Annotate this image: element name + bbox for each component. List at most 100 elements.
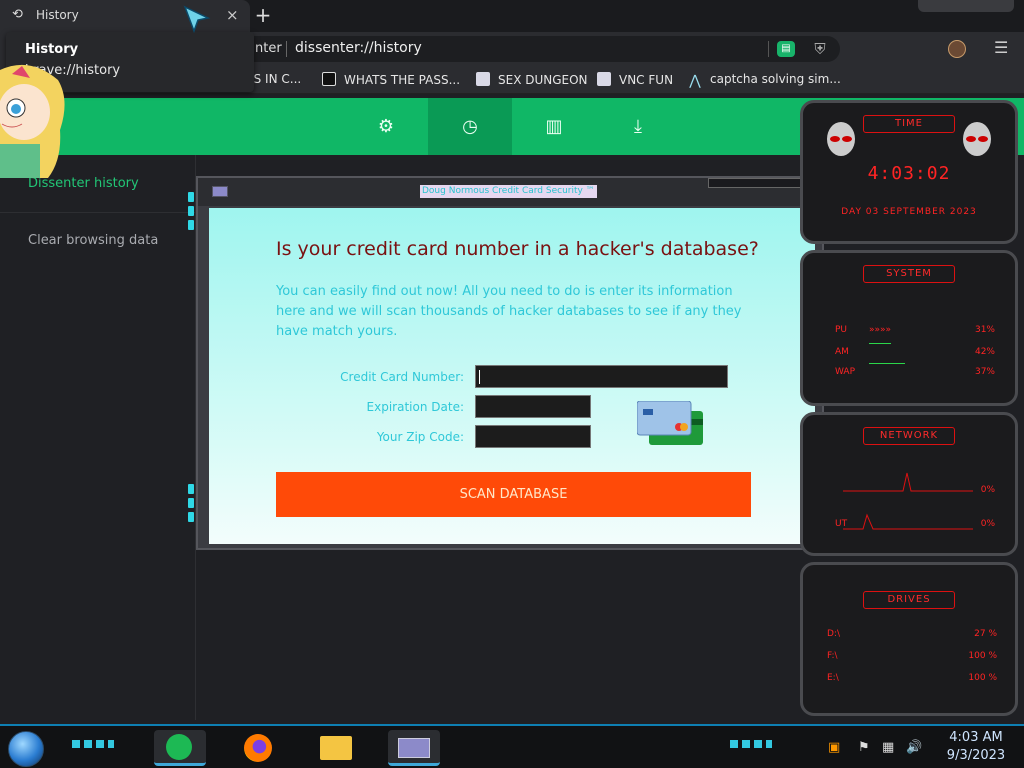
volume-icon[interactable]: 🔊 [906,740,922,755]
start-button[interactable] [8,731,44,767]
tooltip-title: History [25,42,79,57]
history-icon: ⟲ [12,7,23,22]
scam-popup-window[interactable]: Doug Normous Credit Card Security ™ Is y… [188,176,834,550]
decorative-led [188,220,194,230]
ram-label: AM [835,347,849,357]
drive-label: D:\ [827,629,840,639]
credit-card-icon [212,186,228,197]
zip-input[interactable] [475,425,591,448]
tab-title: History [36,8,79,22]
bookmark-item[interactable]: ⋀ captcha solving sim... [688,72,841,88]
card-number-input[interactable] [475,365,728,388]
decorative-led [730,740,772,748]
upload-value: 0% [980,519,995,529]
credit-card-app-icon [398,738,430,758]
system-widget-header: SYSTEM [863,265,955,283]
ram-graph-line [869,343,891,344]
bookmark-item[interactable]: WHATS THE PASS... [322,72,460,87]
file-explorer-icon [320,736,352,760]
divider [0,212,196,213]
flag-icon[interactable]: ⚑ [858,740,870,755]
upload-label: UT [835,519,848,529]
network-graph [843,472,973,530]
download-value: 0% [980,485,995,495]
decorative-led [188,484,194,494]
bookmarks-icon: ▥ [545,116,563,137]
bookmarks-nav-button[interactable]: ▥ [512,98,596,155]
history-sidebar: Dissenter history Clear browsing data [0,155,196,720]
drive-value: 100 % [968,651,997,661]
new-tab-button[interactable]: + [252,4,274,26]
drive-label: F:\ [827,651,838,661]
taskbar-app-firefox[interactable] [232,730,284,766]
divider [768,41,769,57]
tray-app-icon[interactable]: ▣ [828,740,840,755]
swap-graph-line [869,363,905,364]
page-title: Is your credit card number in a hacker's… [276,238,759,260]
taskbar-app-file-explorer[interactable] [310,730,362,766]
bookmark-label: VNC FUN [619,73,674,87]
bookmark-label: WHATS THE PASS... [344,73,461,87]
history-nav-button[interactable]: ◷ [428,98,512,155]
clock-time[interactable]: 4:03 AM [936,730,1016,745]
drive-value: 27 % [974,629,997,639]
zip-label: Your Zip Code: [376,430,464,444]
ram-value: 42% [974,347,995,357]
network-icon[interactable]: ▦ [882,740,894,755]
address-bar[interactable]: nter dissenter://history ▤ ⛨ [200,36,840,62]
network-widget-header: NETWORK [863,427,955,445]
window-notch [708,178,806,188]
clock-display: 4:03:02 [867,163,951,184]
shield-icon[interactable]: ⛨ [812,40,828,58]
menu-icon[interactable]: ☰ [994,38,1008,57]
decorative-led [188,512,194,522]
swap-label: WAP [835,367,855,377]
sheets-app-icon [166,734,192,760]
window-title: Doug Normous Credit Card Security ™ [420,185,597,198]
drive-label: E:\ [827,673,839,683]
divider [286,41,287,57]
expiration-input[interactable] [475,395,591,418]
time-widget: TIME 4:03:02 DAY 03 SEPTEMBER 2023 [800,100,1018,244]
decorative-led [188,192,194,202]
taskbar: ▣ ⚑ ▦ 🔊 4:03 AM 9/3/2023 [0,724,1024,768]
cpu-value: 31% [974,325,995,335]
alien-logo-icon [963,122,991,156]
description-text: You can easily find out now! All you nee… [276,284,742,339]
dissenter-comment-icon[interactable]: ▤ [777,41,795,57]
tab-bar: ⟲ History × + [0,0,1024,32]
window-controls[interactable] [918,0,1014,12]
bookmark-favicon-icon [322,72,336,86]
downloads-icon: ⤓ [634,116,642,137]
drives-widget-header: DRIVES [863,591,955,609]
settings-nav-button[interactable]: ⚙ [344,98,428,155]
bookmark-favicon-icon [476,72,490,86]
bookmark-item[interactable]: VNC FUN [597,72,673,87]
firefox-icon [244,734,272,762]
swap-value: 37% [974,367,995,377]
scan-database-button[interactable]: SCAN DATABASE [276,472,751,517]
card-number-label: Credit Card Number: [340,370,464,384]
history-icon: ◷ [462,116,478,137]
drive-value: 100 % [968,673,997,683]
close-tab-icon[interactable]: × [226,6,239,24]
decorative-led [188,498,194,508]
taskbar-app-credit-card[interactable] [388,730,440,766]
tab-history[interactable]: ⟲ History × [0,0,250,32]
cartoon-character-image [0,64,65,178]
bookmark-item[interactable]: SS IN C... [246,72,301,86]
url-text[interactable]: dissenter://history [295,40,422,56]
downloads-nav-button[interactable]: ⤓ [596,98,680,155]
profile-avatar[interactable] [948,40,966,58]
cpu-label: PU [835,325,848,335]
decorative-led [188,206,194,216]
clock-date[interactable]: 9/3/2023 [936,748,1016,763]
sidebar-item-clear-browsing-data[interactable]: Clear browsing data [28,233,158,248]
credit-cards-icon [637,401,703,445]
bookmark-label: SEX DUNGEON [498,73,588,87]
taskbar-app-sheets[interactable] [154,730,206,766]
date-display: DAY 03 SEPTEMBER 2023 [841,207,977,217]
bookmark-item[interactable]: SEX DUNGEON [476,72,588,87]
dialog-body: Is your credit card number in a hacker's… [209,208,815,544]
system-widget: SYSTEM PU »»»» 31% AM 42% WAP 37% [800,250,1018,406]
